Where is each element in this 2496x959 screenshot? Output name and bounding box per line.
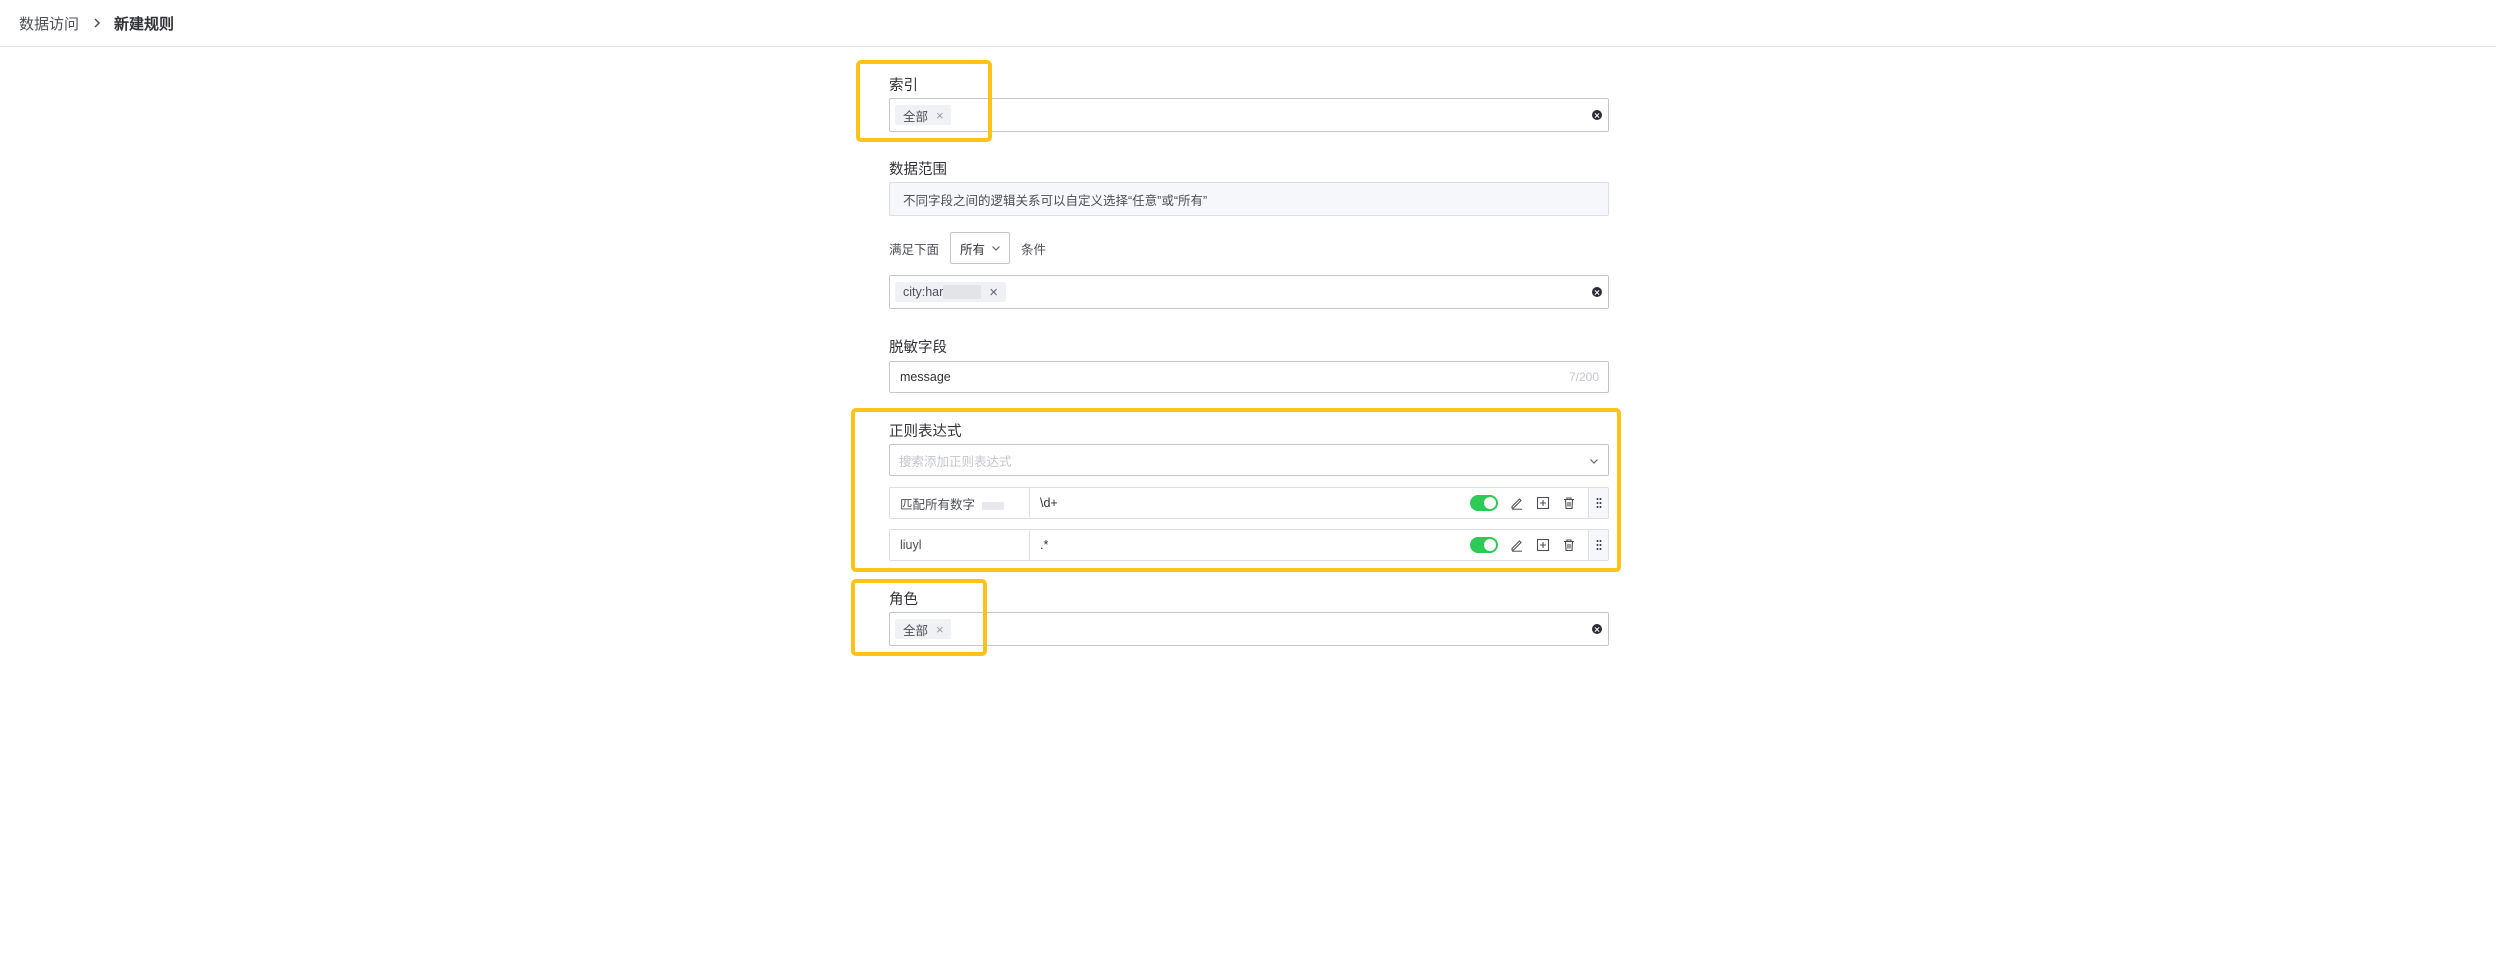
highlight-box-role	[851, 579, 987, 656]
condition-tag-label: city:har	[903, 285, 944, 299]
redacted-text	[943, 285, 982, 299]
clear-icon[interactable]	[1592, 287, 1602, 297]
breadcrumb-current: 新建规则	[114, 15, 175, 33]
breadcrumb: 数据访问 新建规则	[0, 0, 2496, 47]
mask-field-value: message	[900, 370, 951, 384]
chevron-down-icon	[992, 246, 1000, 251]
chevron-right-icon	[91, 17, 103, 29]
char-count: 7/200	[1568, 370, 1599, 384]
condition-row: 满足下面 所有 条件	[889, 232, 1046, 264]
data-range-label: 数据范围	[889, 162, 947, 178]
role-select[interactable]: 全部 ×	[889, 612, 1609, 646]
condition-prefix: 满足下面	[889, 242, 940, 257]
breadcrumb-parent-link[interactable]: 数据访问	[19, 13, 79, 34]
condition-select[interactable]: city:har ×	[889, 275, 1609, 309]
data-range-tip: 不同字段之间的逻辑关系可以自定义选择“任意”或“所有”	[889, 182, 1609, 216]
mask-field-input[interactable]: message 7/200	[889, 361, 1609, 393]
clear-icon[interactable]	[1592, 624, 1602, 634]
index-select[interactable]: 全部 ×	[889, 98, 1609, 132]
mask-field-label: 脱敏字段	[889, 340, 947, 356]
highlight-box-index	[856, 60, 992, 142]
condition-suffix: 条件	[1021, 242, 1047, 257]
condition-tag: city:har ×	[895, 282, 1007, 302]
condition-operator-select[interactable]: 所有	[950, 232, 1011, 264]
highlight-box-regex	[851, 408, 1621, 572]
clear-icon[interactable]	[1592, 110, 1602, 120]
tag-close-icon[interactable]: ×	[989, 285, 998, 300]
condition-operator-value: 所有	[960, 242, 986, 257]
